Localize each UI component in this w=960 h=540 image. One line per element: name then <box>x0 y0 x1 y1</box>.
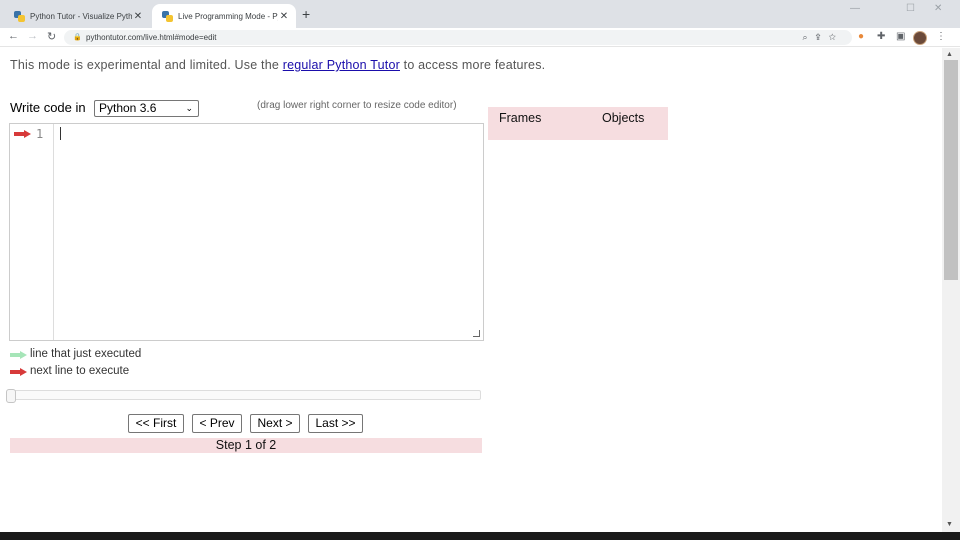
legend-executed-label: line that just executed <box>30 348 142 360</box>
zoom-icon[interactable]: ⌕ <box>803 32 816 42</box>
page-scrollbar[interactable]: ▲ ▼ <box>942 48 960 532</box>
chevron-down-icon: ⌄ <box>185 103 193 113</box>
menu-kebab-icon[interactable]: ⋮ <box>936 31 946 42</box>
side-panel-icon[interactable]: ▣ <box>896 31 905 42</box>
slider-thumb[interactable] <box>6 389 16 403</box>
frames-heading: Frames <box>499 111 542 125</box>
note-text: This mode is experimental and limited. U… <box>10 58 283 72</box>
close-tab-icon[interactable]: ✕ <box>132 11 144 22</box>
extensions-puzzle-icon[interactable]: ✚ <box>877 31 885 42</box>
editor-gutter: 1 <box>10 124 54 340</box>
language-select[interactable]: Python 3.6 ⌄ <box>94 100 199 117</box>
reload-icon[interactable]: ↻ <box>47 30 56 43</box>
prev-button[interactable]: < Prev <box>192 414 242 433</box>
minimize-icon[interactable]: — <box>850 3 860 14</box>
language-selected-value: Python 3.6 <box>99 101 157 115</box>
forward-icon[interactable]: → <box>27 30 38 42</box>
tab-strip: Python Tutor - Visualize Python... ✕ Liv… <box>0 0 960 28</box>
first-button[interactable]: << First <box>128 414 184 433</box>
next-button[interactable]: Next > <box>250 414 300 433</box>
scrollbar-thumb[interactable] <box>944 60 958 280</box>
maximize-icon[interactable]: ☐ <box>906 3 915 14</box>
lock-icon: 🔒 <box>73 34 82 41</box>
text-cursor <box>60 127 61 140</box>
address-bar[interactable]: 🔒 pythontutor.com/live.html#mode=edit ⌕⇪… <box>64 30 852 45</box>
step-slider[interactable] <box>6 389 481 403</box>
tab-live-programming[interactable]: Live Programming Mode - Pytho... ✕ <box>152 4 296 28</box>
regular-python-tutor-link[interactable]: regular Python Tutor <box>283 58 400 72</box>
page-content: This mode is experimental and limited. U… <box>0 48 942 532</box>
scroll-down-icon[interactable]: ▼ <box>946 521 953 528</box>
browser-toolbar: ← → ↻ 🔒 pythontutor.com/live.html#mode=e… <box>0 28 960 47</box>
tab-python-tutor[interactable]: Python Tutor - Visualize Python... ✕ <box>4 4 150 28</box>
address-bar-actions: ⌕⇪☆ <box>803 30 845 45</box>
code-editor[interactable]: 1 <box>9 123 484 341</box>
step-indicator: Step 1 of 2 <box>10 438 482 453</box>
tab-title: Live Programming Mode - Pytho... <box>178 11 278 21</box>
python-favicon-icon <box>162 10 173 22</box>
extension-icon[interactable]: ● <box>858 31 864 42</box>
objects-heading: Objects <box>602 111 645 125</box>
resize-handle[interactable] <box>473 330 480 337</box>
resize-hint: (drag lower right corner to resize code … <box>257 100 457 111</box>
profile-avatar[interactable] <box>913 31 927 45</box>
next-line-arrow-icon <box>14 130 31 138</box>
executed-arrow-icon <box>10 351 27 359</box>
note-text: to access more features. <box>399 58 546 72</box>
close-tab-icon[interactable]: ✕ <box>278 11 290 22</box>
url-text: pythontutor.com/live.html#mode=edit <box>86 33 217 42</box>
write-code-label: Write code in <box>10 100 86 115</box>
close-window-icon[interactable]: ✕ <box>934 3 942 14</box>
scroll-up-icon[interactable]: ▲ <box>946 51 953 58</box>
line-number: 1 <box>36 127 44 141</box>
legend-next-label: next line to execute <box>30 365 130 377</box>
back-icon[interactable]: ← <box>8 30 19 42</box>
next-arrow-icon <box>10 368 27 376</box>
visualization-header: Frames Objects <box>488 107 668 140</box>
experimental-note: This mode is experimental and limited. U… <box>10 58 545 72</box>
taskbar <box>0 532 960 540</box>
share-icon[interactable]: ⇪ <box>816 32 829 42</box>
tab-title: Python Tutor - Visualize Python... <box>30 11 132 21</box>
new-tab-button[interactable]: + <box>302 6 310 22</box>
last-button[interactable]: Last >> <box>308 414 363 433</box>
bookmark-star-icon[interactable]: ☆ <box>829 32 844 42</box>
python-favicon-icon <box>14 10 25 22</box>
